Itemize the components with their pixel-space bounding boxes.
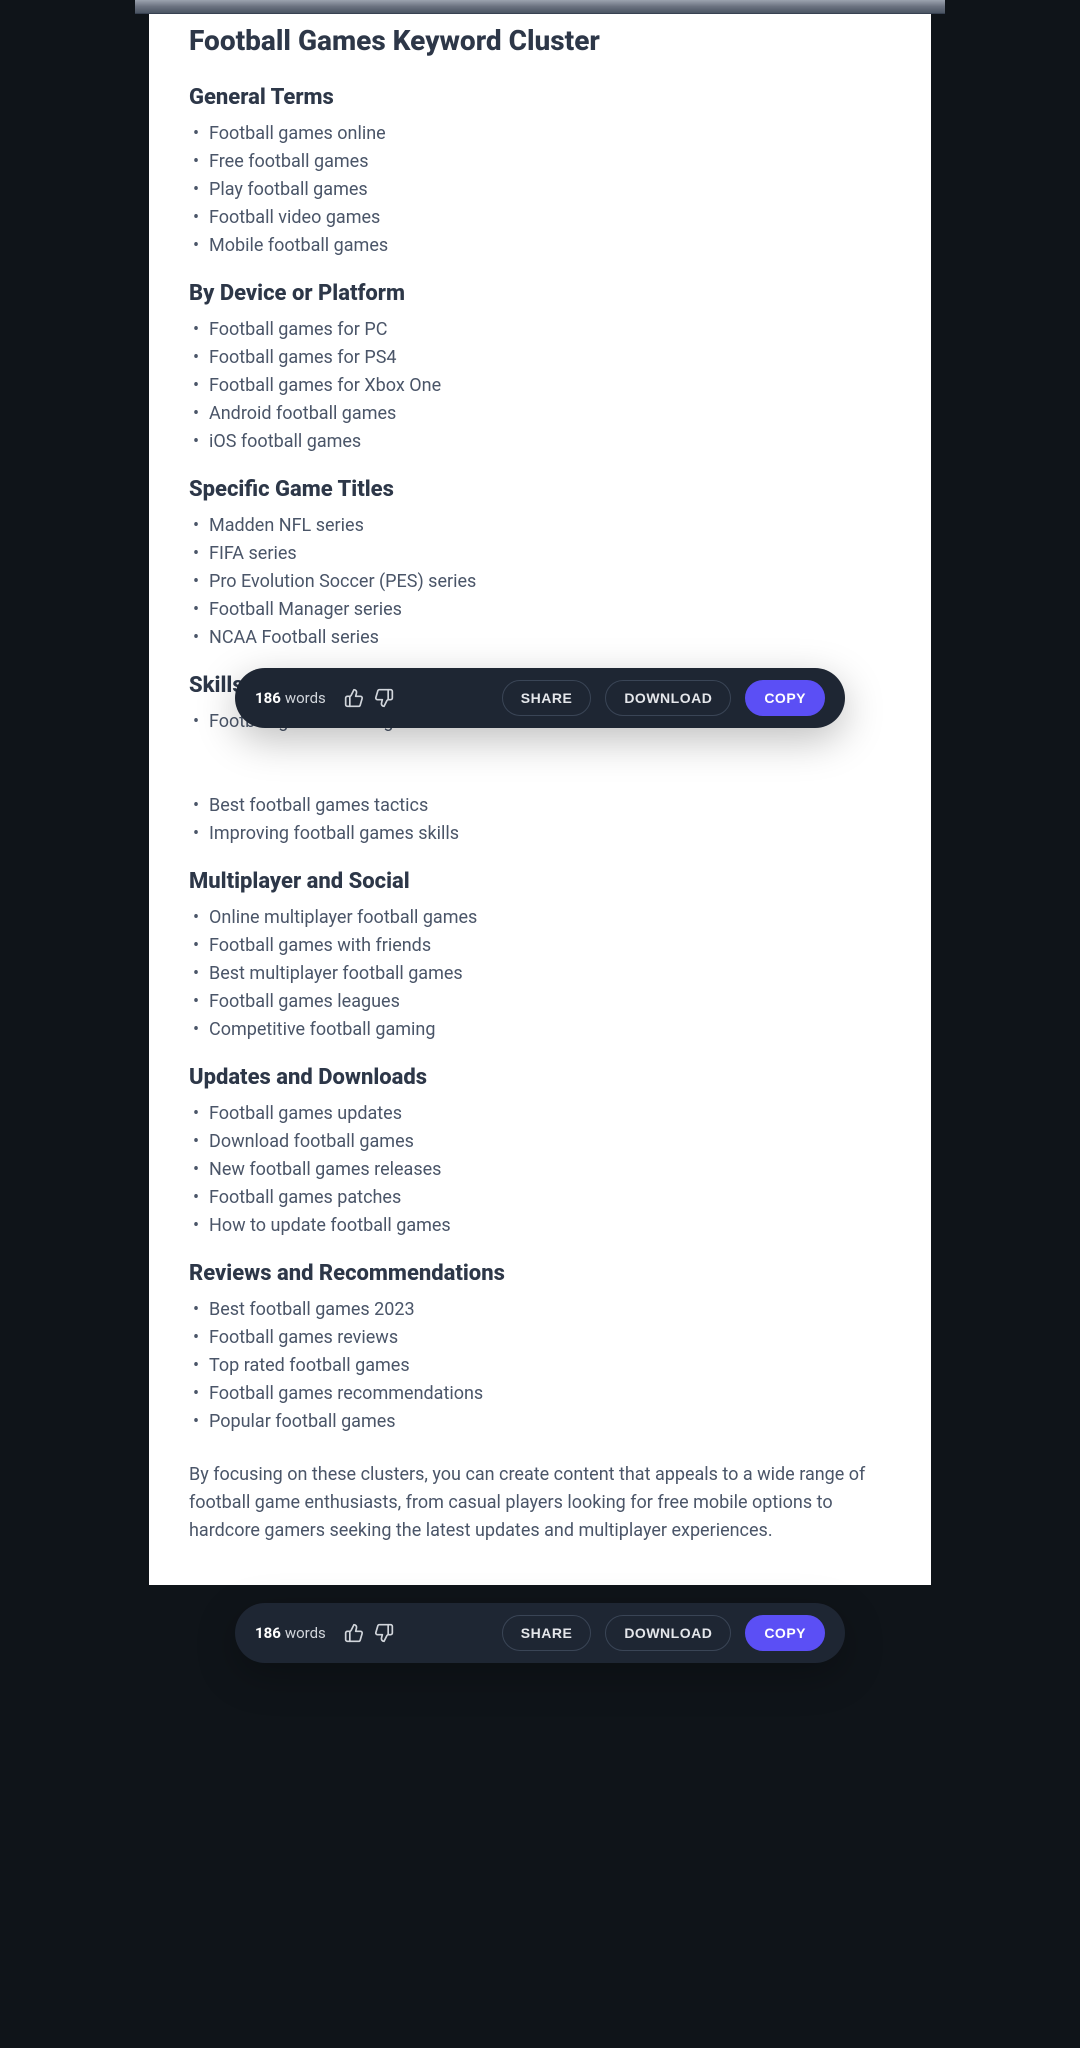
copy-button[interactable]: COPY bbox=[745, 1615, 825, 1651]
list-item: Football games reviews bbox=[209, 1324, 891, 1351]
list-item: NCAA Football series bbox=[209, 624, 891, 651]
list-item: Play football games bbox=[209, 176, 891, 203]
list-item: Competitive football gaming bbox=[209, 1016, 891, 1043]
list-item: FIFA series bbox=[209, 540, 891, 567]
section-heading: Updates and Downloads bbox=[189, 1065, 891, 1090]
list-item: How to update football games bbox=[209, 1212, 891, 1239]
word-count: 186 words bbox=[255, 689, 326, 707]
list-item: Pro Evolution Soccer (PES) series bbox=[209, 568, 891, 595]
list-item: Android football games bbox=[209, 400, 891, 427]
copy-button[interactable]: COPY bbox=[745, 680, 825, 716]
list-item: Football games with friends bbox=[209, 932, 891, 959]
list-item: Football games for PC bbox=[209, 316, 891, 343]
keyword-list: Football games strategies Best football … bbox=[189, 708, 891, 847]
list-item: Football games for PS4 bbox=[209, 344, 891, 371]
section-heading: By Device or Platform bbox=[189, 281, 891, 306]
document-content: Football Games Keyword Cluster General T… bbox=[149, 14, 931, 1585]
list-item: Free football games bbox=[209, 148, 891, 175]
list-item: New football games releases bbox=[209, 1156, 891, 1183]
list-item: Football Manager series bbox=[209, 596, 891, 623]
section-heading: Multiplayer and Social bbox=[189, 869, 891, 894]
download-button[interactable]: DOWNLOAD bbox=[605, 1615, 731, 1651]
action-toolbar-floating: 186 words SHARE DOWNLOAD COPY bbox=[235, 668, 845, 728]
list-item: Online multiplayer football games bbox=[209, 904, 891, 931]
share-button[interactable]: SHARE bbox=[502, 1615, 592, 1651]
list-item: Football games recommendations bbox=[209, 1380, 891, 1407]
keyword-list: Madden NFL seriesFIFA seriesPro Evolutio… bbox=[189, 512, 891, 651]
list-item: Best multiplayer football games bbox=[209, 960, 891, 987]
list-item: Football video games bbox=[209, 204, 891, 231]
list-item: Football games online bbox=[209, 120, 891, 147]
window-top-bar bbox=[135, 0, 945, 14]
thumbs-up-icon[interactable] bbox=[344, 688, 364, 708]
section-heading: Reviews and Recommendations bbox=[189, 1261, 891, 1286]
keyword-list: Football games for PCFootball games for … bbox=[189, 316, 891, 455]
thumbs-down-icon[interactable] bbox=[374, 1623, 394, 1643]
keyword-list: Online multiplayer football gamesFootbal… bbox=[189, 904, 891, 1043]
list-item: Download football games bbox=[209, 1128, 891, 1155]
keyword-list: Best football games 2023Football games r… bbox=[189, 1296, 891, 1435]
thumbs-up-icon[interactable] bbox=[344, 1623, 364, 1643]
list-item: Football games leagues bbox=[209, 988, 891, 1015]
list-item: Best football games 2023 bbox=[209, 1296, 891, 1323]
thumbs-down-icon[interactable] bbox=[374, 688, 394, 708]
action-toolbar-bottom: 186 words SHARE DOWNLOAD COPY bbox=[235, 1603, 845, 1663]
list-item: iOS football games bbox=[209, 428, 891, 455]
list-item: Football games updates bbox=[209, 1100, 891, 1127]
section-heading: General Terms bbox=[189, 85, 891, 110]
keyword-list: Football games onlineFree football games… bbox=[189, 120, 891, 259]
download-button[interactable]: DOWNLOAD bbox=[605, 680, 731, 716]
share-button[interactable]: SHARE bbox=[502, 680, 592, 716]
list-item: Popular football games bbox=[209, 1408, 891, 1435]
keyword-list: Football games updatesDownload football … bbox=[189, 1100, 891, 1239]
word-count: 186 words bbox=[255, 1624, 326, 1642]
list-item: Madden NFL series bbox=[209, 512, 891, 539]
closing-paragraph: By focusing on these clusters, you can c… bbox=[189, 1461, 891, 1545]
list-item: Mobile football games bbox=[209, 232, 891, 259]
list-item: Football games for Xbox One bbox=[209, 372, 891, 399]
list-item: Best football games tactics bbox=[209, 792, 891, 819]
list-item: Improving football games skills bbox=[209, 820, 891, 847]
list-item: Top rated football games bbox=[209, 1352, 891, 1379]
section-heading: Specific Game Titles bbox=[189, 477, 891, 502]
page-title: Football Games Keyword Cluster bbox=[189, 24, 891, 57]
list-item: Football games patches bbox=[209, 1184, 891, 1211]
